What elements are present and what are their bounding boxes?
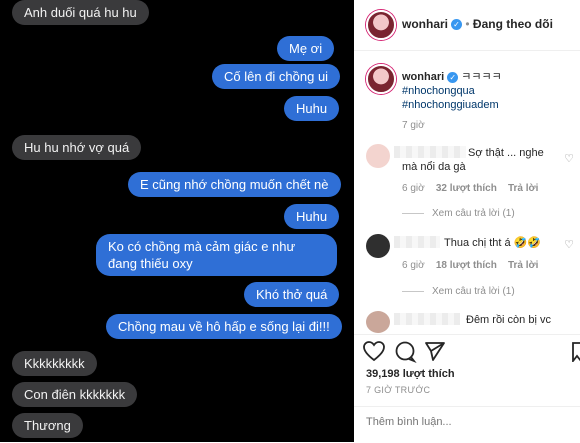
message-outgoing: E cũng nhớ chồng muốn chết nè [128, 172, 341, 197]
caption-text: ㅋㅋㅋㅋ [461, 71, 502, 83]
blurred-username [394, 236, 440, 248]
message-incoming: Anh duối quá hu hu [12, 0, 149, 25]
caption-time: 7 giờ [402, 120, 425, 131]
message-incoming: Hu hu nhớ vợ quá [12, 135, 142, 160]
caption: wonhari ✓ ㅋㅋㅋㅋ #nhochongqua #nhochonggiua… [402, 70, 572, 112]
like-heart-icon[interactable] [363, 341, 385, 362]
message-outgoing: Khó thở quá [244, 282, 340, 307]
heart-icon[interactable]: ♡ [564, 238, 574, 251]
message-outgoing: Huhu [284, 204, 340, 229]
hashtag[interactable]: #nhochonggiuadem [402, 99, 499, 111]
verified-icon: ✓ [447, 71, 459, 83]
separator-dot: • [465, 17, 470, 31]
message-incoming: Kkkkkkkkk [12, 351, 97, 376]
following-button[interactable]: Đang theo dõi [473, 17, 553, 31]
comment-likes[interactable]: 18 lượt thích [436, 260, 497, 271]
caption-username[interactable]: wonhari [402, 71, 444, 83]
message-incoming: Thương [12, 413, 83, 438]
comment-meta: 6 giờ 18 lượt thích Trả lời [402, 260, 539, 271]
comment-meta: 6 giờ 32 lượt thích Trả lời [402, 183, 539, 194]
post-time: 7 GIỜ TRƯỚC [366, 385, 431, 395]
chat-conversation: Anh duối quá hu hu Mẹ ơi Cố lên đi chồng… [0, 0, 354, 442]
header-user-line: wonhari ✓ • Đang theo dõi [402, 17, 553, 31]
commenter-avatar[interactable] [366, 311, 390, 333]
username[interactable]: wonhari [402, 17, 448, 31]
message-incoming: Con điên kkkkkkk [12, 382, 138, 407]
avatar[interactable] [366, 10, 396, 40]
message-outgoing: Chồng mau về hô hấp e sống lại đi!!! [106, 314, 342, 339]
comment-text: Thua chị tht á 🤣🤣 [444, 237, 542, 249]
post-header: wonhari ✓ • Đang theo dõi [354, 0, 580, 51]
bookmark-icon[interactable] [572, 342, 580, 362]
comment-text: Đêm rồi còn bị vc [466, 314, 551, 326]
reply-button[interactable]: Trả lời [508, 260, 538, 271]
instagram-post-panel: wonhari ✓ • Đang theo dõi wonhari ✓ ㅋㅋㅋㅋ #… [354, 0, 580, 442]
share-icon[interactable] [425, 342, 445, 361]
message-outgoing: Mẹ ơi [277, 36, 335, 61]
comment-input[interactable] [364, 415, 568, 429]
comment-text: Sợ thật ... nghe mà nổi da gà [402, 147, 544, 173]
divider [354, 334, 580, 335]
reply-button[interactable]: Trả lời [508, 183, 538, 194]
comment-icon[interactable] [395, 341, 417, 364]
likes-count[interactable]: 39,198 lượt thích [366, 368, 455, 380]
blurred-username [394, 313, 460, 325]
message-outgoing: Ko có chồng mà cảm giác e như đang thiếu… [96, 234, 337, 276]
caption-avatar[interactable] [366, 64, 396, 94]
comment-bar [354, 406, 580, 443]
comment-likes[interactable]: 32 lượt thích [436, 183, 497, 194]
commenter-avatar[interactable] [366, 234, 390, 258]
heart-icon[interactable]: ♡ [564, 152, 574, 165]
hashtag[interactable]: #nhochongqua [402, 85, 475, 97]
message-outgoing: Huhu [284, 96, 340, 121]
action-bar [362, 340, 562, 367]
commenter-avatar[interactable] [366, 144, 390, 168]
view-replies[interactable]: Xem câu trả lời (1) [402, 208, 515, 219]
verified-icon: ✓ [451, 19, 463, 31]
message-outgoing: Cố lên đi chồng ui [212, 64, 341, 89]
view-replies[interactable]: Xem câu trả lời (1) [402, 286, 515, 297]
